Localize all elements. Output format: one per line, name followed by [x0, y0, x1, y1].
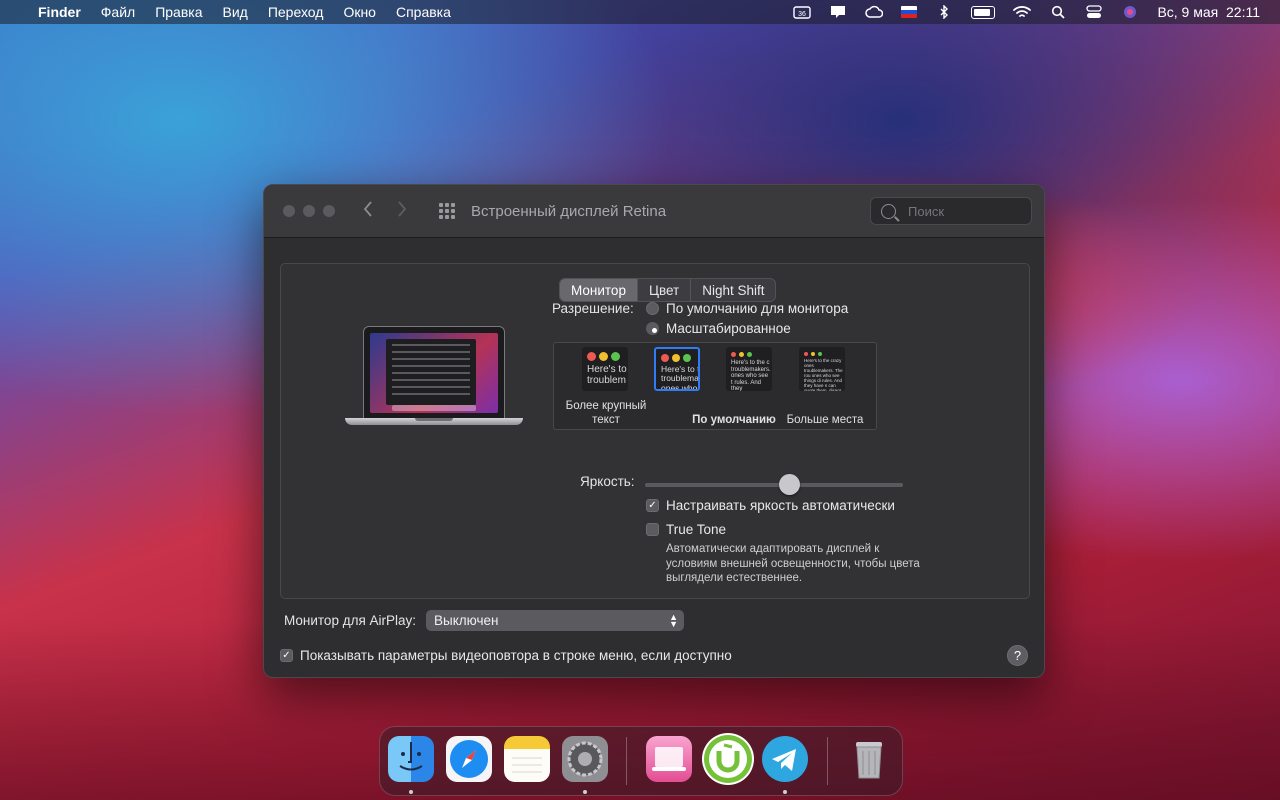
airplay-label: Монитор для AirPlay:: [284, 613, 417, 628]
dock-finder-icon[interactable]: [388, 736, 434, 782]
menu-item-window[interactable]: Окно: [343, 4, 376, 20]
checkbox-indicator[interactable]: ✓: [646, 499, 659, 512]
brightness-slider-knob[interactable]: [779, 474, 801, 495]
close-button[interactable]: [283, 205, 295, 217]
menu-item-go[interactable]: Переход: [268, 4, 324, 20]
dock-cleanmymac-icon[interactable]: [646, 736, 692, 782]
resolution-label: Разрешение:: [552, 301, 634, 316]
scale-label-default: По умолчанию: [692, 414, 776, 426]
dock: [379, 726, 903, 796]
airplay-select-value: Выключен: [434, 613, 499, 628]
window-titlebar: Встроенный дисплей Retina: [264, 185, 1044, 238]
window-title: Встроенный дисплей Retina: [471, 202, 667, 220]
auto-brightness-checkbox[interactable]: ✓ Настраивать яркость автоматически: [646, 498, 895, 513]
app-badge-icon[interactable]: 36: [793, 5, 812, 19]
mirroring-label: Показывать параметры видеоповтора в стро…: [300, 648, 732, 663]
dock-utorrent-icon[interactable]: [702, 733, 754, 785]
control-center-icon[interactable]: [1085, 5, 1103, 19]
russian-flag-icon[interactable]: [901, 6, 918, 18]
menu-item-edit[interactable]: Правка: [155, 4, 202, 20]
back-button[interactable]: [361, 200, 375, 222]
zoom-button[interactable]: [323, 205, 335, 217]
resolution-default-label: По умолчанию для монитора: [666, 301, 849, 316]
brightness-slider[interactable]: [645, 474, 903, 495]
scale-option-selected[interactable]: Here's to t troublema ones who: [654, 347, 700, 391]
menu-item-file[interactable]: Файл: [101, 4, 135, 20]
bluetooth-icon[interactable]: [935, 5, 953, 19]
scale-label-larger: Более крупный текст: [565, 400, 647, 426]
wifi-icon[interactable]: [1013, 5, 1032, 19]
checkbox-indicator[interactable]: ✓: [280, 649, 293, 662]
dock-telegram-icon[interactable]: [762, 736, 808, 782]
resolution-scaled-label: Масштабированное: [666, 321, 791, 336]
menu-clock[interactable]: Вс, 9 мая 22:11: [1157, 4, 1260, 20]
show-all-grid-icon[interactable]: [439, 203, 455, 219]
airplay-select[interactable]: Выключен ▲ ▼: [426, 610, 684, 631]
menu-item-help[interactable]: Справка: [396, 4, 451, 20]
resolution-scaled-radio[interactable]: Масштабированное: [646, 321, 791, 336]
running-indicator: [583, 790, 587, 794]
dock-system-preferences-icon[interactable]: [562, 736, 608, 782]
battery-icon[interactable]: [971, 5, 996, 19]
dock-trash-icon[interactable]: [846, 736, 892, 782]
macbook-illustration: [345, 326, 523, 436]
scale-option-default[interactable]: Here's to the c troublemakers. ones who …: [726, 347, 772, 391]
tab-night-shift[interactable]: Night Shift: [691, 279, 775, 301]
true-tone-label: True Tone: [666, 522, 727, 537]
svg-text:36: 36: [799, 11, 807, 18]
scaling-options: Here's to troublem Here's to t troublema…: [553, 342, 877, 430]
running-indicator: [409, 790, 413, 794]
siri-icon[interactable]: [1121, 5, 1139, 19]
window-content: Монитор Цвет Night Shift Разрешение: По …: [264, 238, 1044, 677]
tab-color[interactable]: Цвет: [638, 279, 692, 301]
menu-item-view[interactable]: Вид: [223, 4, 248, 20]
dock-notes-icon[interactable]: [504, 736, 550, 782]
forward-button[interactable]: [395, 200, 409, 222]
true-tone-description: Автоматически адаптировать дисплей к усл…: [666, 543, 920, 584]
search-icon: [881, 203, 896, 219]
checkbox-indicator[interactable]: [646, 523, 659, 536]
mirroring-checkbox[interactable]: ✓ Показывать параметры видеоповтора в ст…: [280, 648, 732, 663]
radio-indicator[interactable]: [646, 322, 659, 335]
running-indicator: [783, 790, 787, 794]
dock-safari-icon[interactable]: [446, 736, 492, 782]
display-preferences-window: Встроенный дисплей Retina Монитор Цвет N…: [263, 184, 1045, 678]
scale-option-more-space[interactable]: Here's to the crazy ones troublemakers. …: [799, 347, 845, 391]
menu-app-name[interactable]: Finder: [38, 4, 81, 20]
help-button[interactable]: ?: [1007, 645, 1028, 666]
true-tone-checkbox[interactable]: True Tone: [646, 522, 726, 537]
select-arrows-icon: ▲ ▼: [669, 611, 678, 629]
search-icon[interactable]: [1049, 5, 1067, 19]
tab-bar: Монитор Цвет Night Shift: [559, 278, 777, 302]
search-input[interactable]: [906, 202, 1020, 220]
dock-separator: [626, 737, 627, 785]
minimize-button[interactable]: [303, 205, 315, 217]
menu-bar: Finder Файл Правка Вид Переход Окно Спра…: [0, 0, 1280, 24]
radio-indicator[interactable]: [646, 302, 659, 315]
tab-monitor[interactable]: Монитор: [560, 279, 638, 301]
notification-icon[interactable]: [829, 5, 847, 19]
window-controls: [264, 205, 335, 217]
dock-separator: [827, 737, 828, 785]
search-field[interactable]: [870, 197, 1032, 225]
creative-cloud-icon[interactable]: [865, 5, 884, 19]
auto-brightness-label: Настраивать яркость автоматически: [666, 498, 895, 513]
scale-label-more-space: Больше места: [786, 414, 864, 426]
monitor-panel: Монитор Цвет Night Shift Разрешение: По …: [280, 263, 1030, 599]
scale-option-larger[interactable]: Here's to troublem: [582, 347, 628, 391]
resolution-default-radio[interactable]: По умолчанию для монитора: [646, 301, 848, 316]
brightness-label: Яркость:: [580, 474, 635, 489]
